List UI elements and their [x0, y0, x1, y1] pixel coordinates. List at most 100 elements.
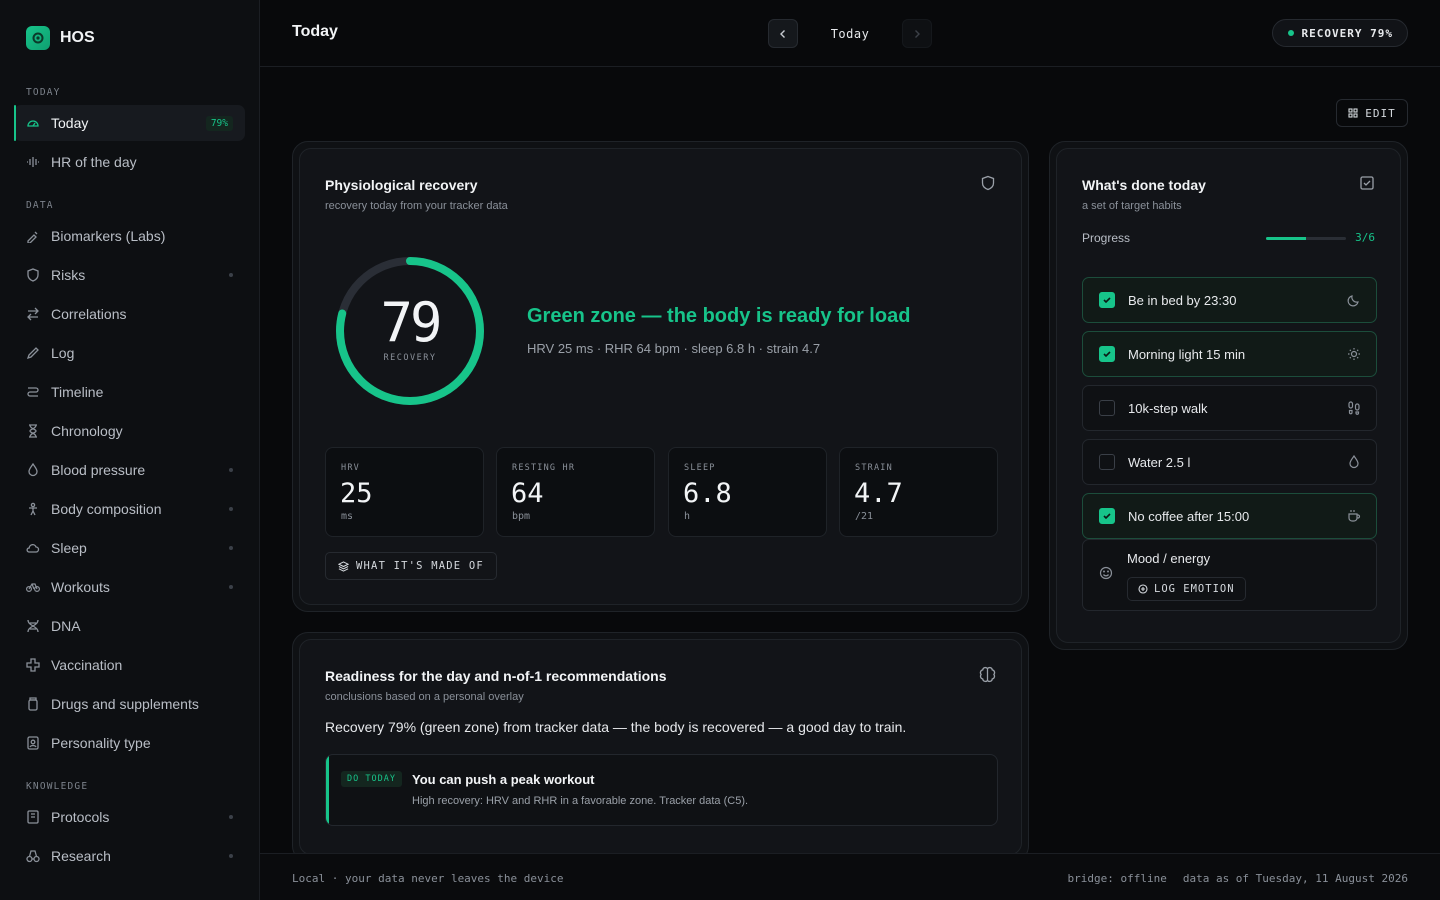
chevron-left-icon [780, 29, 785, 38]
zone-title: Green zone — the body is ready for load [527, 305, 911, 327]
privacy-note: Local · your data never leaves the devic… [292, 872, 564, 885]
page-title: Today [292, 23, 338, 40]
brand-name: HOS [60, 29, 95, 46]
metric-value: 4.7 [854, 478, 903, 509]
sidebar-item-body-composition[interactable]: Body composition [14, 491, 245, 527]
metric-unit: ms [341, 511, 354, 522]
edit-button[interactable]: EDIT [1336, 99, 1408, 127]
sidebar-item-risks[interactable]: Risks [14, 257, 245, 293]
metric-label: SLEEP [684, 463, 716, 473]
habit-checkbox[interactable] [1099, 292, 1115, 308]
sidebar-item-drugs-supplements[interactable]: Drugs and supplements [14, 686, 245, 722]
sidebar-item-label: Chronology [51, 423, 123, 439]
sidebar-item-personality-type[interactable]: Personality type [14, 725, 245, 761]
sidebar-item-biomarkers[interactable]: Biomarkers (Labs) [14, 218, 245, 254]
metric-unit: /21 [855, 511, 874, 522]
habit-label: Be in bed by 23:30 [1128, 292, 1237, 308]
sidebar-item-dna[interactable]: DNA [14, 608, 245, 644]
status-dot [229, 468, 233, 472]
log-emotion-button[interactable]: LOG EMOTION [1127, 577, 1246, 601]
sidebar-item-chronology[interactable]: Chronology [14, 413, 245, 449]
card-subtitle: conclusions based on a personal overlay [325, 691, 524, 703]
sidebar-item-label: Research [51, 848, 111, 864]
sidebar-item-label: Vaccination [51, 657, 123, 673]
gauge-icon [26, 116, 40, 130]
habit-checkbox[interactable] [1099, 346, 1115, 362]
sidebar-item-research[interactable]: Research [14, 838, 245, 874]
sidebar-item-vaccination[interactable]: Vaccination [14, 647, 245, 683]
hourglass-icon [26, 424, 40, 438]
mood-energy-row: Mood / energy LOG EMOTION [1082, 539, 1377, 611]
card-title: What's done today [1082, 177, 1206, 193]
habit-item[interactable]: Morning light 15 min [1082, 331, 1377, 377]
recovery-status-pill[interactable]: RECOVERY 79% [1271, 19, 1408, 47]
status-dot [1287, 30, 1294, 36]
recovery-badge: 79% [205, 115, 233, 131]
sidebar-item-log[interactable]: Log [14, 335, 245, 371]
metric-value: 25 [340, 478, 373, 509]
habit-item[interactable]: No coffee after 15:00 [1082, 493, 1377, 539]
checkbox-icon [1360, 176, 1374, 190]
sidebar-item-label: Protocols [51, 809, 110, 825]
smile-icon [1099, 566, 1113, 580]
sidebar-item-label: Workouts [51, 579, 110, 595]
sidebar-item-label: DNA [51, 618, 81, 634]
sidebar-item-blood-pressure[interactable]: Blood pressure [14, 452, 245, 488]
card-subtitle: recovery today from your tracker data [325, 200, 508, 212]
made-of-label: WHAT IT'S MADE OF [356, 560, 484, 572]
sidebar-item-timeline[interactable]: Timeline [14, 374, 245, 410]
sidebar-item-protocols[interactable]: Protocols [14, 799, 245, 835]
recovery-pill-label: RECOVERY 79% [1301, 26, 1393, 40]
next-day-button[interactable] [902, 19, 932, 48]
sun-icon [1348, 348, 1360, 360]
sidebar-item-label: Risks [51, 267, 86, 283]
metric-unit: bpm [512, 511, 531, 522]
brand[interactable]: HOS [26, 26, 95, 50]
sidebar-item-hr-of-the-day[interactable]: HR of the day [14, 144, 245, 180]
recovery-ring: 79 RECOVERY [332, 253, 488, 409]
recommendation-title: You can push a peak workout [412, 772, 595, 787]
sidebar-item-label: Body composition [51, 501, 162, 517]
section-label-data: DATA [26, 200, 54, 211]
section-label-today: TODAY [26, 87, 61, 98]
metric-resting-hr: RESTING HR 64 bpm [496, 447, 655, 537]
footer-status: bridge: offline data as of Tuesday, 11 A… [1067, 872, 1408, 885]
do-today-tag: DO TODAY [341, 771, 402, 787]
sidebar-item-label: Sleep [51, 540, 87, 556]
logo-icon [26, 26, 50, 50]
previous-day-button[interactable] [768, 19, 798, 48]
shield-icon [26, 268, 40, 282]
recovery-score-label: RECOVERY [383, 353, 437, 363]
progress-fill [1266, 237, 1306, 240]
habit-label: Water 2.5 l [1128, 454, 1191, 470]
habit-checkbox[interactable] [1099, 508, 1115, 524]
habit-checkbox[interactable] [1099, 454, 1115, 470]
id-card-icon [26, 736, 40, 750]
chevron-right-icon [915, 29, 920, 38]
date-navigator: Today [768, 19, 932, 48]
status-dot [229, 854, 233, 858]
sidebar-item-workouts[interactable]: Workouts [14, 569, 245, 605]
sidebar-item-today[interactable]: Today 79% [14, 105, 245, 141]
habit-item[interactable]: Water 2.5 l [1082, 439, 1377, 485]
status-dot [229, 273, 233, 277]
habit-item[interactable]: Be in bed by 23:30 [1082, 277, 1377, 323]
recovery-score: 79 [380, 291, 442, 354]
route-icon [26, 385, 40, 399]
zone-summary: HRV 25 ms · RHR 64 bpm · sleep 6.8 h · s… [527, 341, 821, 356]
pipette-icon [26, 229, 40, 243]
status-dot [229, 507, 233, 511]
metric-sleep: SLEEP 6.8 h [668, 447, 827, 537]
recommendation-item[interactable]: DO TODAY You can push a peak workout Hig… [325, 754, 998, 826]
log-emotion-label: LOG EMOTION [1154, 583, 1235, 595]
droplet-icon [26, 463, 40, 477]
dna-icon [26, 619, 40, 633]
habit-checkbox[interactable] [1099, 400, 1115, 416]
habit-label: No coffee after 15:00 [1128, 508, 1250, 524]
sidebar-item-correlations[interactable]: Correlations [14, 296, 245, 332]
mood-label: Mood / energy [1127, 551, 1211, 566]
habit-item[interactable]: 10k-step walk [1082, 385, 1377, 431]
progress-label: Progress [1082, 231, 1131, 245]
what-its-made-of-button[interactable]: WHAT IT'S MADE OF [325, 552, 497, 580]
sidebar-item-sleep[interactable]: Sleep [14, 530, 245, 566]
